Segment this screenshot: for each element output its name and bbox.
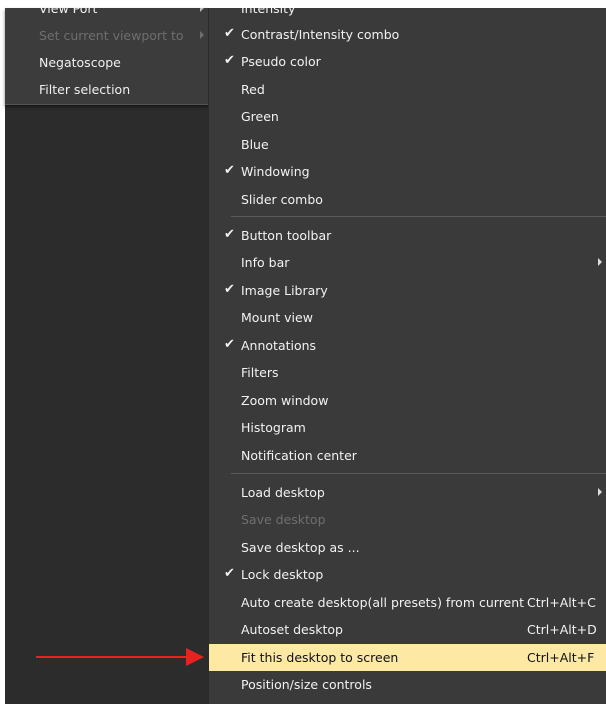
menu-item-lock-desktop[interactable]: ✔ Lock desktop [209,561,606,588]
check-icon: ✔ [224,227,235,242]
menu-item-image-library[interactable]: ✔ Image Library [209,277,606,304]
menu-item-save-desktop-as[interactable]: Save desktop as ... [209,534,606,561]
menu-item-annotations[interactable]: ✔ Annotations [209,332,606,359]
menu-item-save-desktop: Save desktop [241,512,326,527]
menu-item-auto-create-desktop[interactable]: Auto create desktop(all presets) from cu… [209,589,606,616]
check-icon: ✔ [224,26,235,41]
menu-item-blue[interactable]: Blue [209,131,606,158]
menu-item-load-desktop[interactable]: Load desktop [209,479,606,506]
shortcut-label: Ctrl+Alt+C [527,595,596,610]
menu-item-view-port[interactable]: View Port [5,8,208,22]
check-icon: ✔ [224,282,235,297]
submenu-arrow-icon [598,488,602,496]
menu-item-histogram[interactable]: Histogram [209,414,606,441]
menu-separator [231,216,606,217]
menu-item-zoom-window[interactable]: Zoom window [209,387,606,414]
menu-separator [231,473,606,474]
menu-item-set-current-viewport: Set current viewport to [5,22,208,49]
menu-item-notification-center[interactable]: Notification center [209,442,606,469]
menu-item-button-toolbar[interactable]: ✔ Button toolbar [209,222,606,249]
submenu-arrow-icon [598,258,602,266]
menu-item-filters[interactable]: Filters [209,359,606,386]
parent-context-menu: View Port Set current viewport to Negato… [5,8,209,105]
menu-item-position-size-controls[interactable]: Position/size controls [209,671,606,698]
annotation-arrow-head-icon [186,648,204,666]
app-background-panel [5,8,208,704]
annotation-arrow-line [36,656,188,658]
check-icon: ✔ [224,337,235,352]
menu-item-intensity[interactable]: Intensity [209,8,606,22]
menu-item-red[interactable]: Red [209,76,606,103]
check-icon: ✔ [224,163,235,178]
check-icon: ✔ [224,53,235,68]
menu-item-mount-view[interactable]: Mount view [209,304,606,331]
menu-item-windowing[interactable]: ✔ Windowing [209,158,606,185]
view-submenu: Intensity ✔ Contrast/Intensity combo ✔ P… [208,8,606,704]
check-icon: ✔ [224,566,235,581]
menu-item-autoset-desktop[interactable]: Autoset desktop Ctrl+Alt+D [209,616,606,643]
menu-item-contrast-intensity-combo[interactable]: ✔ Contrast/Intensity combo [209,21,606,48]
menu-item-info-bar[interactable]: Info bar [209,249,606,276]
menu-item-fit-desktop-to-screen[interactable]: Fit this desktop to screen Ctrl+Alt+F [209,644,606,671]
menu-item-pseudo-color[interactable]: ✔ Pseudo color [209,48,606,75]
submenu-arrow-icon [200,8,204,12]
menu-item-slider-combo[interactable]: Slider combo [209,186,606,213]
menu-item-filter-selection[interactable]: Filter selection [5,76,208,103]
shortcut-label: Ctrl+Alt+D [527,622,597,637]
menu-item-negatoscope[interactable]: Negatoscope [5,49,208,76]
menu-item-green[interactable]: Green [209,103,606,130]
shortcut-label: Ctrl+Alt+F [527,650,595,665]
submenu-arrow-icon [200,31,204,39]
